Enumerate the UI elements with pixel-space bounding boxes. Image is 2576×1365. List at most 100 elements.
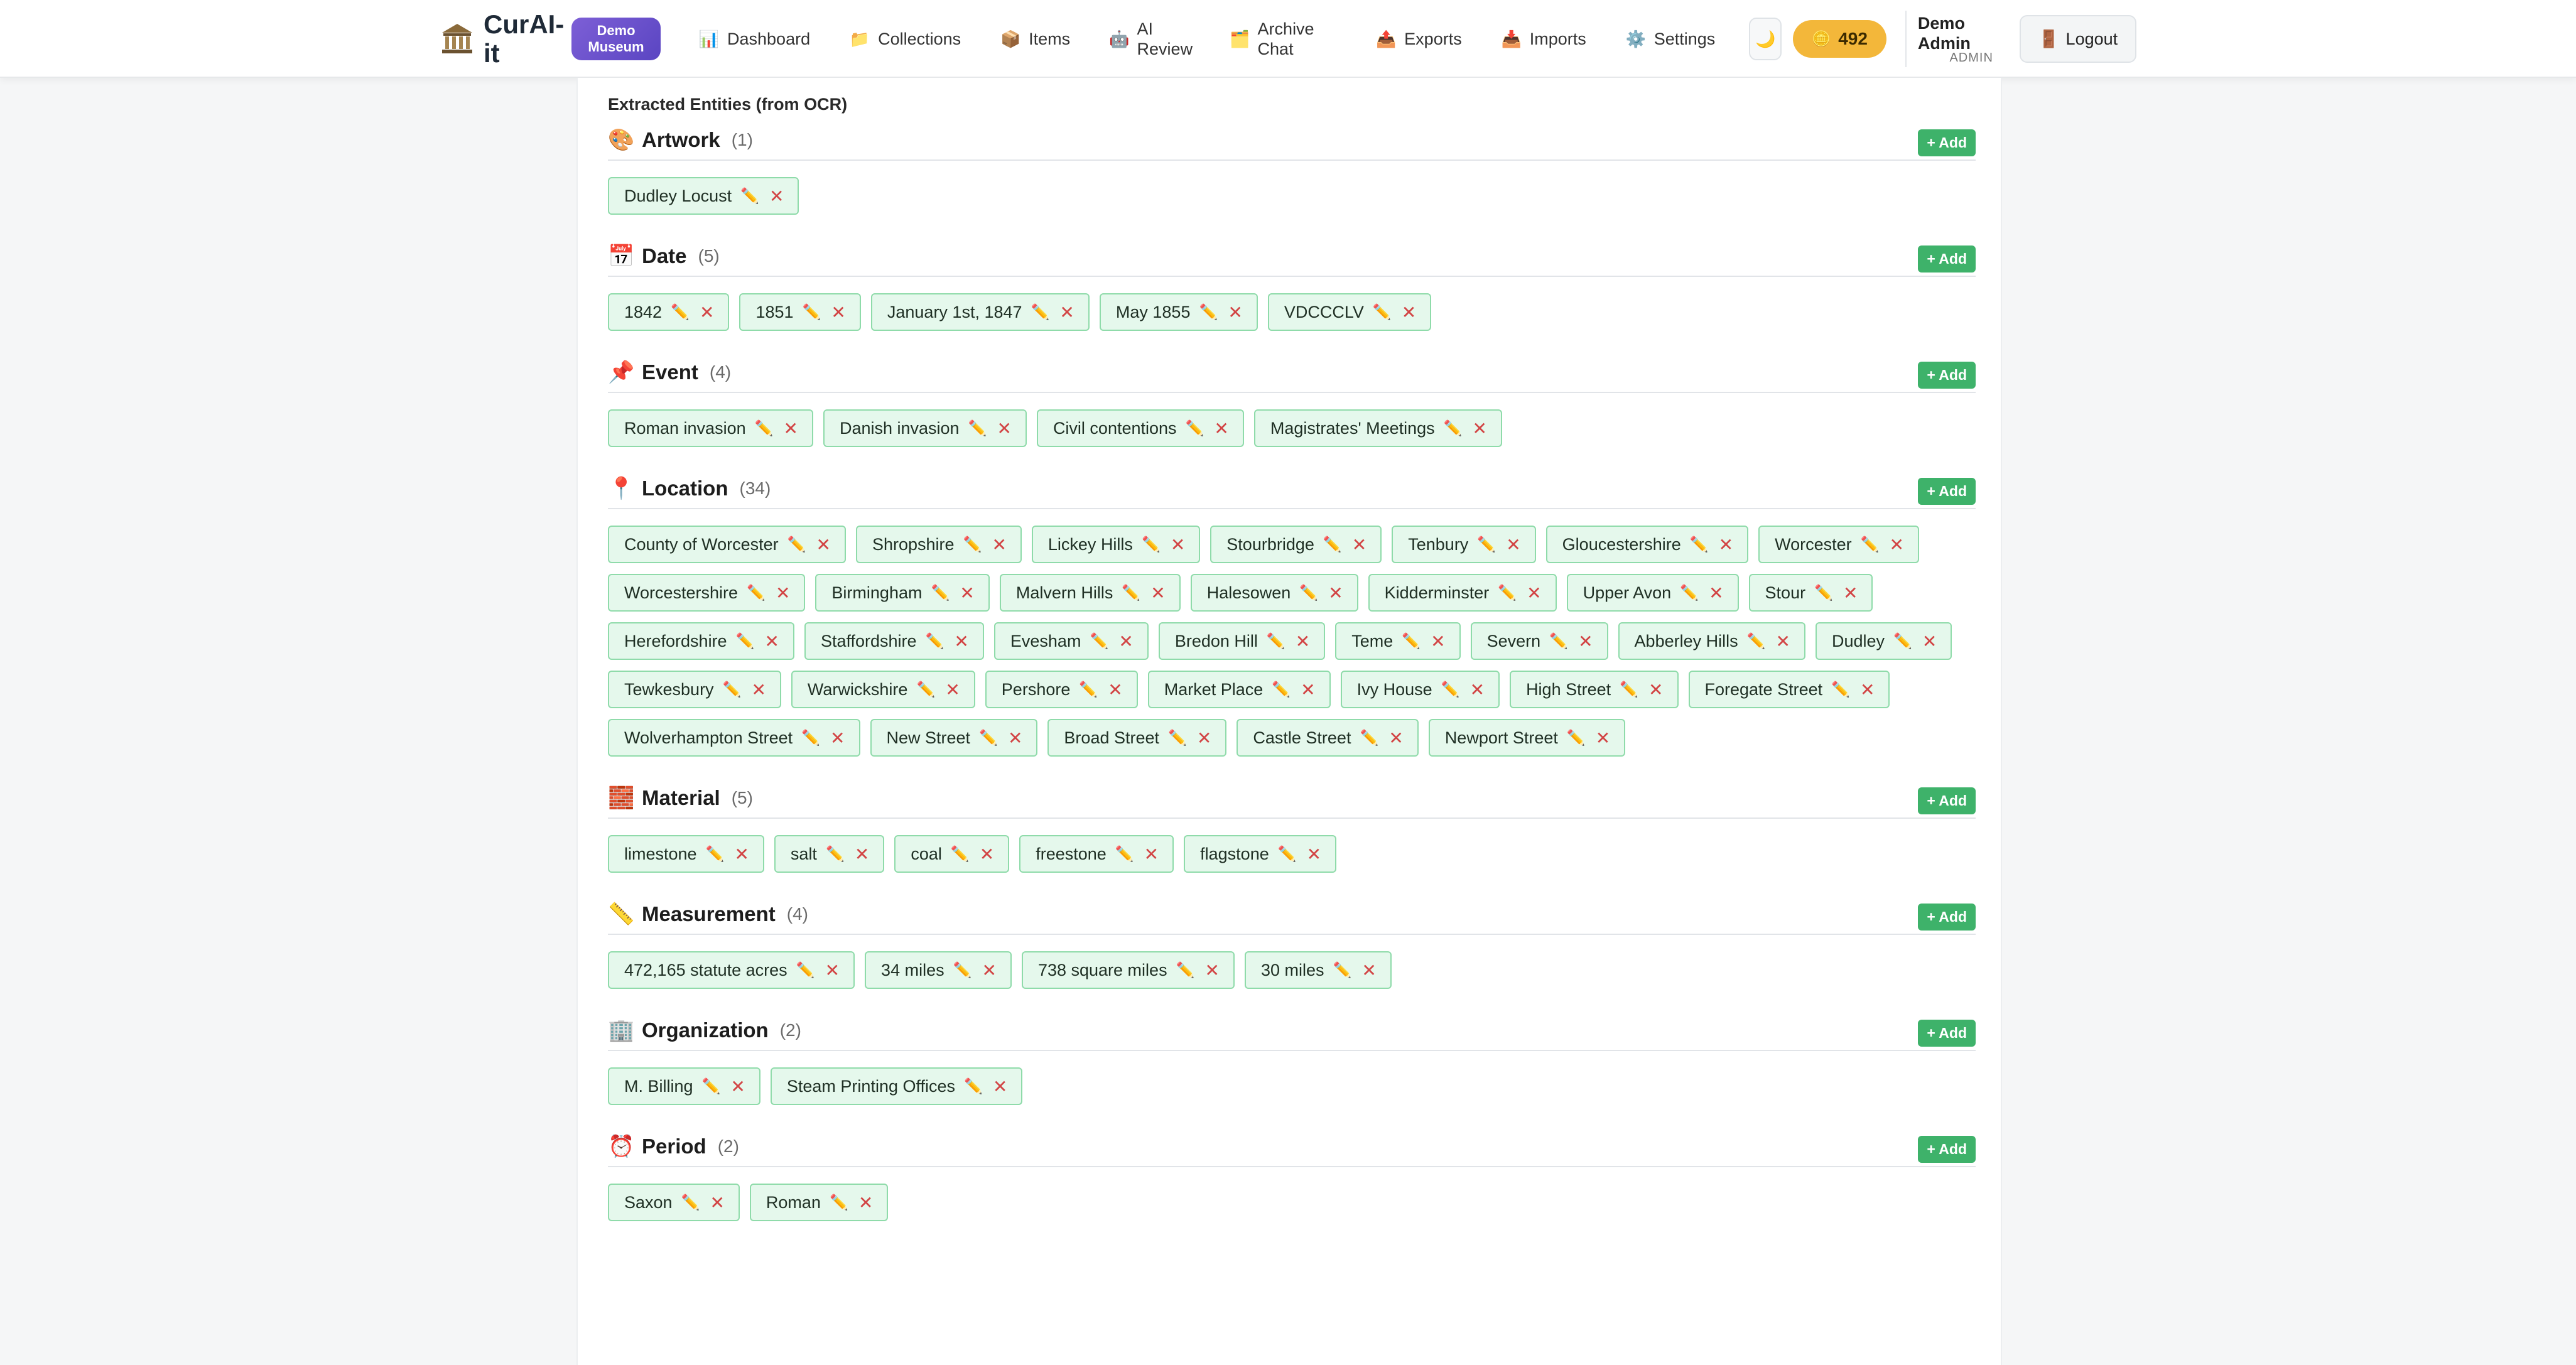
pencil-icon[interactable]: ✏️ <box>1747 632 1766 650</box>
pencil-icon[interactable]: ✏️ <box>1360 729 1378 747</box>
entity-chip[interactable]: Danish invasion ✏️ ✕ <box>823 409 1027 447</box>
close-icon[interactable]: ✕ <box>1709 583 1723 603</box>
close-icon[interactable]: ✕ <box>858 1192 873 1213</box>
entity-chip[interactable]: County of Worcester ✏️ ✕ <box>608 526 846 563</box>
close-icon[interactable]: ✕ <box>945 679 960 700</box>
entity-chip[interactable]: Warwickshire ✏️ ✕ <box>791 671 975 708</box>
close-icon[interactable]: ✕ <box>734 844 749 865</box>
pencil-icon[interactable]: ✏️ <box>1893 632 1912 650</box>
logout-button[interactable]: 🚪 Logout <box>2019 15 2137 63</box>
close-icon[interactable]: ✕ <box>1922 631 1937 652</box>
entity-chip[interactable]: coal ✏️ ✕ <box>894 835 1010 873</box>
entity-chip[interactable]: Evesham ✏️ ✕ <box>993 622 1149 660</box>
pencil-icon[interactable]: ✏️ <box>671 303 690 321</box>
nav-imports[interactable]: 📥 Imports <box>1501 30 1586 49</box>
pencil-icon[interactable]: ✏️ <box>1278 845 1297 863</box>
entity-chip[interactable]: Abberley Hills ✏️ ✕ <box>1618 622 1805 660</box>
entity-chip[interactable]: M. Billing ✏️ ✕ <box>608 1067 760 1105</box>
pencil-icon[interactable]: ✏️ <box>1272 681 1291 699</box>
close-icon[interactable]: ✕ <box>710 1192 724 1213</box>
close-icon[interactable]: ✕ <box>830 728 845 748</box>
entity-chip[interactable]: Herefordshire ✏️ ✕ <box>608 622 794 660</box>
pencil-icon[interactable]: ✏️ <box>1567 729 1586 747</box>
entity-chip[interactable]: salt ✏️ ✕ <box>774 835 885 873</box>
entity-chip[interactable]: Steam Printing Offices ✏️ ✕ <box>770 1067 1023 1105</box>
entity-chip[interactable]: Broad Street ✏️ ✕ <box>1047 719 1227 757</box>
close-icon[interactable]: ✕ <box>1431 631 1445 652</box>
entity-chip[interactable]: Halesowen ✏️ ✕ <box>1190 574 1358 612</box>
nav-collections[interactable]: 📁 Collections <box>849 30 961 49</box>
pencil-icon[interactable]: ✏️ <box>926 632 944 650</box>
close-icon[interactable]: ✕ <box>1648 679 1663 700</box>
entity-chip[interactable]: Stourbridge ✏️ ✕ <box>1210 526 1382 563</box>
close-icon[interactable]: ✕ <box>1352 534 1366 555</box>
pencil-icon[interactable]: ✏️ <box>723 681 742 699</box>
close-icon[interactable]: ✕ <box>993 1076 1007 1097</box>
close-icon[interactable]: ✕ <box>992 534 1006 555</box>
add-organization-button[interactable]: + Add <box>1918 1020 1976 1047</box>
brand-logo[interactable]: CurAI-it <box>440 10 564 68</box>
entity-chip[interactable]: High Street ✏️ ✕ <box>1510 671 1679 708</box>
pencil-icon[interactable]: ✏️ <box>968 419 987 438</box>
pencil-icon[interactable]: ✏️ <box>1122 584 1140 602</box>
pencil-icon[interactable]: ✏️ <box>1620 681 1638 699</box>
entity-chip[interactable]: Stour ✏️ ✕ <box>1748 574 1873 612</box>
pencil-icon[interactable]: ✏️ <box>706 845 725 863</box>
pencil-icon[interactable]: ✏️ <box>1199 303 1218 321</box>
nav-items[interactable]: 📦 Items <box>1000 30 1070 49</box>
pencil-icon[interactable]: ✏️ <box>1477 536 1496 554</box>
pencil-icon[interactable]: ✏️ <box>1267 632 1285 650</box>
close-icon[interactable]: ✕ <box>764 631 779 652</box>
close-icon[interactable]: ✕ <box>960 583 974 603</box>
entity-chip[interactable]: Worcestershire ✏️ ✕ <box>608 574 806 612</box>
pencil-icon[interactable]: ✏️ <box>1090 632 1108 650</box>
close-icon[interactable]: ✕ <box>769 186 784 207</box>
close-icon[interactable]: ✕ <box>751 679 766 700</box>
entity-chip[interactable]: Tewkesbury ✏️ ✕ <box>608 671 781 708</box>
pencil-icon[interactable]: ✏️ <box>1031 303 1050 321</box>
entity-chip[interactable]: limestone ✏️ ✕ <box>608 835 764 873</box>
pencil-icon[interactable]: ✏️ <box>1498 584 1517 602</box>
pencil-icon[interactable]: ✏️ <box>755 419 774 438</box>
close-icon[interactable]: ✕ <box>1402 302 1416 323</box>
entity-chip[interactable]: Market Place ✏️ ✕ <box>1147 671 1331 708</box>
close-icon[interactable]: ✕ <box>1150 583 1165 603</box>
pencil-icon[interactable]: ✏️ <box>1186 419 1204 438</box>
close-icon[interactable]: ✕ <box>1843 583 1858 603</box>
entity-chip[interactable]: Worcester ✏️ ✕ <box>1758 526 1920 563</box>
entity-chip[interactable]: 1851 ✏️ ✕ <box>739 293 861 331</box>
entity-chip[interactable]: flagstone ✏️ ✕ <box>1184 835 1337 873</box>
credits-badge[interactable]: 🪙 492 <box>1793 20 1886 58</box>
entity-chip[interactable]: Tenbury ✏️ ✕ <box>1392 526 1536 563</box>
entity-chip[interactable]: Kidderminster ✏️ ✕ <box>1368 574 1557 612</box>
pencil-icon[interactable]: ✏️ <box>964 1077 983 1096</box>
pencil-icon[interactable]: ✏️ <box>1861 536 1880 554</box>
pencil-icon[interactable]: ✏️ <box>1831 681 1850 699</box>
pencil-icon[interactable]: ✏️ <box>826 845 845 863</box>
entity-chip[interactable]: Teme ✏️ ✕ <box>1335 622 1461 660</box>
close-icon[interactable]: ✕ <box>1328 583 1343 603</box>
add-artwork-button[interactable]: + Add <box>1918 129 1976 156</box>
close-icon[interactable]: ✕ <box>825 960 840 981</box>
pencil-icon[interactable]: ✏️ <box>1142 536 1161 554</box>
close-icon[interactable]: ✕ <box>1108 679 1122 700</box>
close-icon[interactable]: ✕ <box>1361 960 1376 981</box>
entity-chip[interactable]: Castle Street ✏️ ✕ <box>1237 719 1419 757</box>
entity-chip[interactable]: Shropshire ✏️ ✕ <box>855 526 1022 563</box>
pencil-icon[interactable]: ✏️ <box>963 536 982 554</box>
close-icon[interactable]: ✕ <box>1776 631 1790 652</box>
close-icon[interactable]: ✕ <box>1228 302 1242 323</box>
close-icon[interactable]: ✕ <box>1118 631 1133 652</box>
entity-chip[interactable]: Newport Street ✏️ ✕ <box>1428 719 1626 757</box>
entity-chip[interactable]: Roman invasion ✏️ ✕ <box>608 409 813 447</box>
entity-chip[interactable]: Civil contentions ✏️ ✕ <box>1036 409 1244 447</box>
close-icon[interactable]: ✕ <box>1059 302 1074 323</box>
museum-badge[interactable]: Demo Museum <box>571 18 661 60</box>
pencil-icon[interactable]: ✏️ <box>931 584 950 602</box>
pencil-icon[interactable]: ✏️ <box>1680 584 1699 602</box>
close-icon[interactable]: ✕ <box>1506 534 1520 555</box>
pencil-icon[interactable]: ✏️ <box>953 961 972 979</box>
entity-chip[interactable]: VDCCCLV ✏️ ✕ <box>1267 293 1432 331</box>
close-icon[interactable]: ✕ <box>954 631 968 652</box>
pencil-icon[interactable]: ✏️ <box>736 632 755 650</box>
